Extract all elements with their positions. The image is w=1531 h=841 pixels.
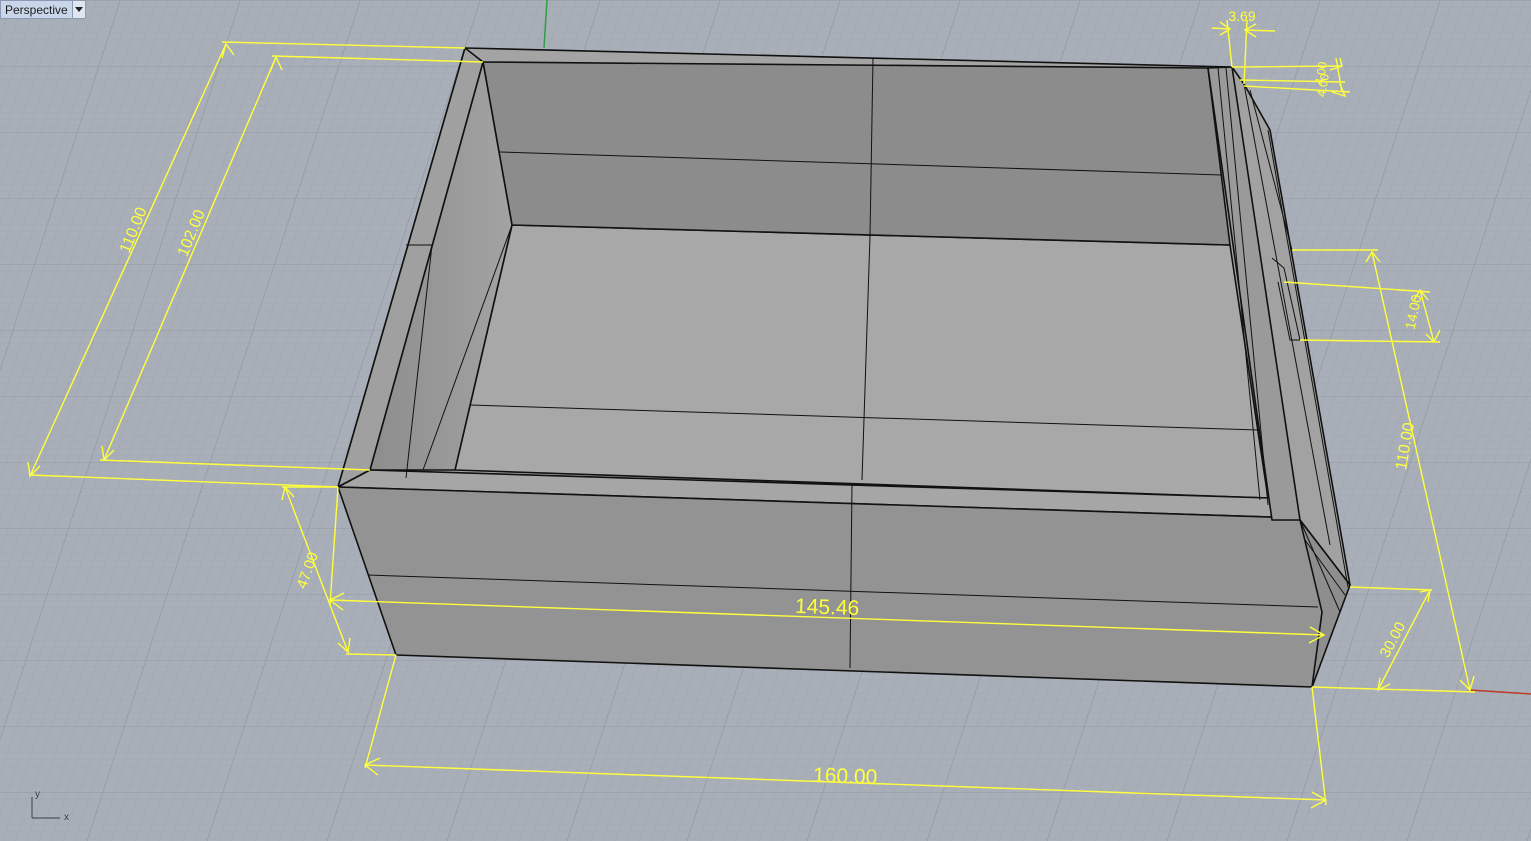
dim-145-46: 145.46 — [795, 595, 860, 620]
viewport-title[interactable]: Perspective — [1, 1, 72, 18]
dim-3-69: 3.69 — [1228, 8, 1255, 24]
axis-y-label: y — [35, 789, 40, 800]
perspective-viewport[interactable]: 160.00 145.46 47.00 110.00 102.00 3.69 4… — [0, 0, 1531, 841]
dim-160: 160.00 — [813, 764, 878, 789]
front-outer-face — [337, 486, 1349, 688]
chevron-down-icon[interactable] — [71, 1, 85, 18]
viewport-title-tab[interactable]: Perspective — [0, 0, 86, 19]
3d-scene[interactable]: 160.00 145.46 47.00 110.00 102.00 3.69 4… — [0, 0, 1531, 841]
back-inner-wall — [482, 61, 1231, 246]
inner-floor — [454, 224, 1269, 499]
box-model[interactable] — [337, 47, 1351, 688]
axis-x-label: x — [64, 812, 69, 823]
